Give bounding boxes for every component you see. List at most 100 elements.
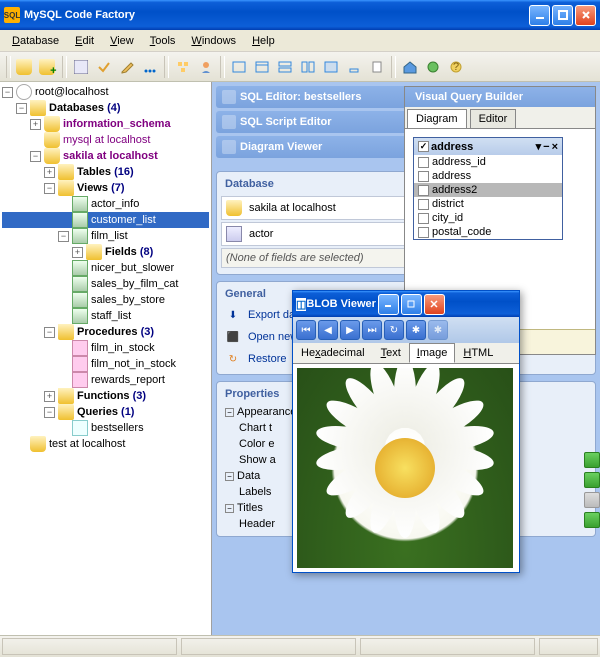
blob-star-button[interactable]: ✱ xyxy=(406,320,426,340)
close-icon[interactable]: × xyxy=(552,141,558,153)
diagram-table-title[interactable]: address▾−× xyxy=(414,138,562,155)
menu-view[interactable]: View xyxy=(102,33,142,49)
menu-help[interactable]: Help xyxy=(244,33,283,49)
checkbox-icon[interactable] xyxy=(418,157,429,168)
blob-minimize-button[interactable] xyxy=(378,294,399,315)
checkbox-icon[interactable] xyxy=(418,199,429,210)
blob-last-button[interactable]: ⏭ xyxy=(362,320,382,340)
tree-view-item[interactable]: sales_by_film_cat xyxy=(2,276,209,292)
collapse-icon[interactable]: − xyxy=(30,151,41,162)
blob-refresh-button[interactable]: ↻ xyxy=(384,320,404,340)
blob-maximize-button[interactable] xyxy=(401,294,422,315)
collapse-icon[interactable]: − xyxy=(543,141,549,153)
collapse-icon[interactable]: − xyxy=(225,408,234,417)
collapse-icon[interactable]: − xyxy=(44,407,55,418)
tb-winv-icon[interactable] xyxy=(297,56,319,78)
tree-info-schema[interactable]: +information_schema xyxy=(2,116,209,132)
expand-icon[interactable]: + xyxy=(44,391,55,402)
tab-diagram[interactable]: Diagram xyxy=(407,109,467,128)
blob-prev-button[interactable]: ◀ xyxy=(318,320,338,340)
tree-test-host[interactable]: test at localhost xyxy=(2,436,209,452)
collapse-icon[interactable]: − xyxy=(58,231,69,242)
tree-databases[interactable]: −Databases (4) xyxy=(2,100,209,116)
minimize-button[interactable] xyxy=(529,5,550,26)
collapse-icon[interactable]: − xyxy=(44,327,55,338)
checkbox-icon[interactable] xyxy=(418,185,429,196)
tb-check-icon[interactable] xyxy=(93,56,115,78)
checkbox-icon[interactable] xyxy=(418,227,429,238)
tb-doc-icon[interactable] xyxy=(366,56,388,78)
tab-editor[interactable]: Editor xyxy=(470,109,517,128)
tree-proc-item[interactable]: rewards_report xyxy=(2,372,209,388)
tree-mysql-host[interactable]: mysql at localhost xyxy=(2,132,209,148)
dropdown-icon[interactable]: ▾ xyxy=(536,140,542,153)
tree-view-item[interactable]: actor_info xyxy=(2,196,209,212)
tb-db-add-icon[interactable]: + xyxy=(37,56,59,78)
blob-titlebar[interactable]: ◫ BLOB Viewer xyxy=(293,291,519,317)
menu-database[interactable]: Database xyxy=(4,33,67,49)
tree-view-item[interactable]: staff_list xyxy=(2,308,209,324)
tree-functions[interactable]: +Functions (3) xyxy=(2,388,209,404)
tree-query-item[interactable]: bestsellers xyxy=(2,420,209,436)
tree-proc-item[interactable]: film_not_in_stock xyxy=(2,356,209,372)
tree-root[interactable]: −root@localhost xyxy=(2,84,209,100)
handle-button[interactable] xyxy=(584,492,600,508)
maximize-button[interactable] xyxy=(552,5,573,26)
tree-procedures[interactable]: −Procedures (3) xyxy=(2,324,209,340)
tb-tree-icon[interactable] xyxy=(172,56,194,78)
blob-viewer-window[interactable]: ◫ BLOB Viewer ⏮ ◀ ▶ ⏭ ↻ ✱ ✱ Hexadecimal … xyxy=(292,290,520,573)
tree-sakila[interactable]: −sakila at localhost xyxy=(2,148,209,164)
tree-view-item[interactable]: sales_by_store xyxy=(2,292,209,308)
tree-view-item[interactable]: −film_list xyxy=(2,228,209,244)
tree-queries[interactable]: −Queries (1) xyxy=(2,404,209,420)
blob-tab-text[interactable]: Text xyxy=(373,343,409,363)
expand-icon[interactable]: + xyxy=(72,247,83,258)
table-column[interactable]: district xyxy=(414,197,562,211)
tree-proc-item[interactable]: film_in_stock xyxy=(2,340,209,356)
tree-tables[interactable]: +Tables (16) xyxy=(2,164,209,180)
close-button[interactable] xyxy=(575,5,596,26)
tb-globe-icon[interactable] xyxy=(422,56,444,78)
blob-next-button[interactable]: ▶ xyxy=(340,320,360,340)
menu-windows[interactable]: Windows xyxy=(183,33,244,49)
blob-first-button[interactable]: ⏮ xyxy=(296,320,316,340)
checkbox-icon[interactable] xyxy=(418,171,429,182)
tb-db-icon[interactable] xyxy=(14,56,36,78)
tree-view-item[interactable]: customer_list xyxy=(2,212,209,228)
collapse-icon[interactable]: − xyxy=(44,183,55,194)
menu-tools[interactable]: Tools xyxy=(142,33,184,49)
menu-edit[interactable]: Edit xyxy=(67,33,102,49)
tb-winmin-icon[interactable] xyxy=(343,56,365,78)
tb-help-icon[interactable]: ? xyxy=(445,56,467,78)
tb-winmax-icon[interactable] xyxy=(320,56,342,78)
blob-close-button[interactable] xyxy=(424,294,445,315)
table-column[interactable]: city_id xyxy=(414,211,562,225)
tb-edit-icon[interactable] xyxy=(116,56,138,78)
handle-button[interactable] xyxy=(584,512,600,528)
tree-views[interactable]: −Views (7) xyxy=(2,180,209,196)
tb-win1-icon[interactable] xyxy=(228,56,250,78)
handle-button[interactable] xyxy=(584,452,600,468)
tree-fields[interactable]: +Fields (8) xyxy=(2,244,209,260)
blob-tab-hex[interactable]: Hexadecimal xyxy=(293,343,373,363)
handle-button[interactable] xyxy=(584,472,600,488)
expand-icon[interactable]: + xyxy=(30,119,41,130)
table-column[interactable]: address_id xyxy=(414,155,562,169)
diagram-table[interactable]: address▾−× address_id address address2 d… xyxy=(413,137,563,240)
tb-sql-icon[interactable] xyxy=(70,56,92,78)
checkbox-icon[interactable] xyxy=(418,141,429,152)
tb-winh-icon[interactable] xyxy=(274,56,296,78)
tree-view-item[interactable]: nicer_but_slower xyxy=(2,260,209,276)
collapse-icon[interactable]: − xyxy=(2,87,13,98)
collapse-icon[interactable]: − xyxy=(16,103,27,114)
tb-dots-icon[interactable] xyxy=(139,56,161,78)
table-column[interactable]: postal_code xyxy=(414,225,562,239)
tb-win2-icon[interactable] xyxy=(251,56,273,78)
blob-tab-image[interactable]: Image xyxy=(409,343,456,363)
tb-home-icon[interactable] xyxy=(399,56,421,78)
table-column[interactable]: address2 xyxy=(414,183,562,197)
tb-person-icon[interactable] xyxy=(195,56,217,78)
collapse-icon[interactable]: − xyxy=(225,472,234,481)
expand-icon[interactable]: + xyxy=(44,167,55,178)
collapse-icon[interactable]: − xyxy=(225,504,234,513)
